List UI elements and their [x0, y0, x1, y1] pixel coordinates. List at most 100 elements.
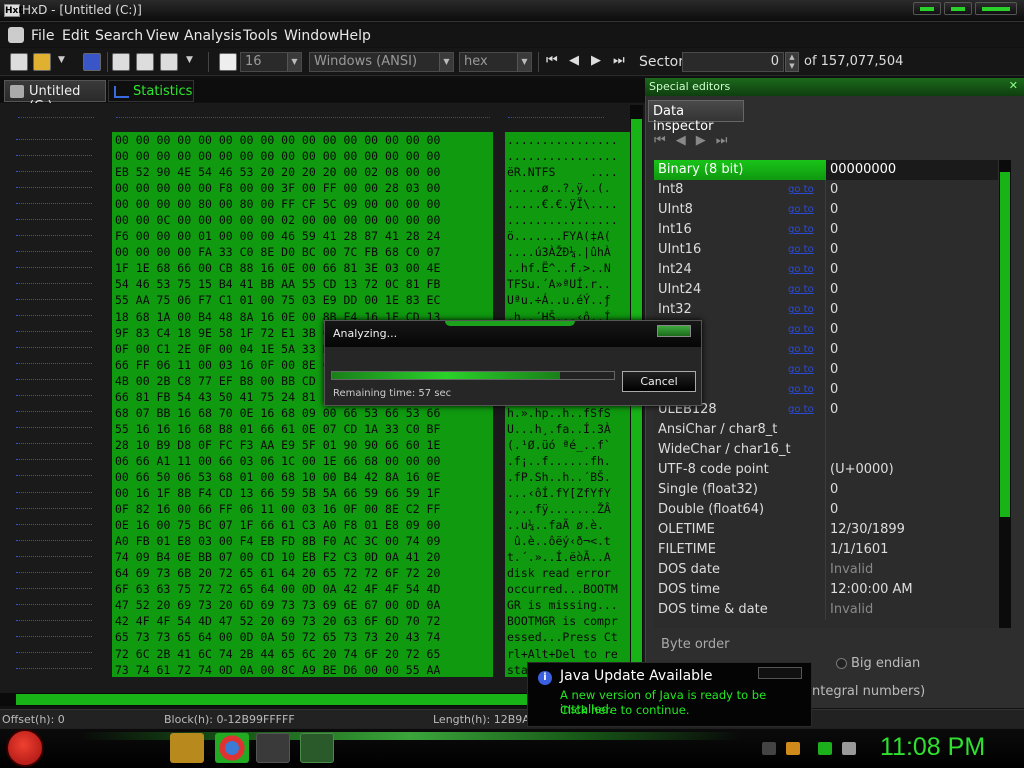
java-continue-link[interactable]: Click here to continue.: [560, 703, 690, 717]
inspector-field-value[interactable]: 0: [830, 322, 838, 337]
inspector-field-value[interactable]: Invalid: [830, 602, 873, 617]
inspector-row[interactable]: AnsiChar / char8_t: [654, 420, 998, 440]
close-button[interactable]: [975, 2, 1017, 15]
ascii-row[interactable]: U...h¸.fa..Í.3À: [507, 421, 630, 437]
notification-close-button[interactable]: [758, 667, 802, 679]
ascii-row[interactable]: Uªu.÷Á..u.éÝ..ƒ: [507, 292, 630, 308]
ascii-row[interactable]: rl+Alt+Del to re: [507, 646, 630, 662]
inspector-field-value[interactable]: 0: [830, 282, 838, 297]
clock[interactable]: 11:08 PM: [880, 733, 985, 762]
inspector-field-value[interactable]: 00000000: [826, 160, 998, 180]
tray-icon[interactable]: [762, 742, 776, 755]
inspector-row[interactable]: DOS date Invalid: [654, 560, 998, 580]
ascii-row[interactable]: (.¹Ø.üó ªé_..f`: [507, 437, 630, 453]
inspector-row[interactable]: Int16 go to 0: [654, 220, 998, 240]
inspector-row[interactable]: Single (float32) 0: [654, 480, 998, 500]
go-to-link[interactable]: go to: [788, 224, 814, 235]
menu-view[interactable]: View: [146, 28, 179, 44]
inspector-row[interactable]: Int24 go to 0: [654, 260, 998, 280]
first-sector-icon[interactable]: ⏮: [546, 53, 558, 68]
minimize-button[interactable]: [913, 2, 941, 15]
inspector-row[interactable]: go to 0: [654, 340, 998, 360]
ascii-row[interactable]: t.´.»..Í.ëòÃ..A: [507, 549, 630, 565]
ascii-row[interactable]: TFSu.´A»ªUÍ.r..: [507, 276, 630, 292]
hex-row[interactable]: F6 00 00 00 01 00 00 00 46 59 41 28 87 4…: [115, 228, 493, 244]
tab-statistics[interactable]: Statistics: [108, 80, 194, 102]
inspector-nav-icons[interactable]: ⏮◀▶⏭: [654, 133, 737, 148]
inspector-row[interactable]: go to 0: [654, 380, 998, 400]
folder-icon[interactable]: [170, 733, 204, 763]
sector-spinner[interactable]: ▲ ▼: [785, 52, 799, 72]
inspector-field-value[interactable]: Invalid: [830, 562, 873, 577]
sector-input[interactable]: 0: [682, 52, 784, 72]
chevron-down-icon[interactable]: ▼: [58, 55, 65, 65]
hex-row[interactable]: 6F 63 63 75 72 72 65 64 00 0D 0A 42 4F 4…: [115, 581, 493, 597]
big-endian-radio[interactable]: Big endian: [836, 656, 920, 671]
inspector-field-value[interactable]: 0: [830, 262, 838, 277]
go-to-link[interactable]: go to: [788, 184, 814, 195]
save-icon[interactable]: [83, 53, 101, 71]
ascii-row[interactable]: .....€.€.ÿÏ\....: [507, 196, 630, 212]
inspector-field-value[interactable]: 12:00:00 AM: [830, 582, 913, 597]
inspector-row[interactable]: UInt8 go to 0: [654, 200, 998, 220]
page-icon[interactable]: [160, 53, 178, 71]
hex-row[interactable]: 00 66 50 06 53 68 01 00 68 10 00 B4 42 8…: [115, 469, 493, 485]
hex-row[interactable]: 65 73 73 65 64 00 0D 0A 50 72 65 73 73 2…: [115, 629, 493, 645]
paste-icon[interactable]: [136, 53, 154, 71]
go-to-link[interactable]: go to: [788, 264, 814, 275]
ascii-row[interactable]: ..u¼..faÃ ø.è.: [507, 517, 630, 533]
hex-row[interactable]: 55 AA 75 06 F7 C1 01 00 75 03 E9 DD 00 1…: [115, 292, 493, 308]
inspector-row[interactable]: UInt16 go to 0: [654, 240, 998, 260]
ascii-row[interactable]: h.».hp..h..fSfS: [507, 405, 630, 421]
ascii-row[interactable]: occurred...BOOTM: [507, 581, 630, 597]
charset-select[interactable]: Windows (ANSI) ▼: [309, 52, 454, 72]
inspector-field-value[interactable]: 0: [830, 402, 838, 417]
hex-row[interactable]: 06 66 A1 11 00 66 03 06 1C 00 1E 66 68 0…: [115, 453, 493, 469]
hex-row[interactable]: 74 09 B4 0E BB 07 00 CD 10 EB F2 C3 0D 0…: [115, 549, 493, 565]
ascii-row[interactable]: û.è..ôëý‹ð¬<.t: [507, 533, 630, 549]
offset-base-select[interactable]: hex ▼: [459, 52, 532, 72]
inspector-row[interactable]: Double (float64) 0: [654, 500, 998, 520]
hex-row[interactable]: 00 00 0C 00 00 00 00 00 02 00 00 00 00 0…: [115, 212, 493, 228]
close-icon[interactable]: ✕: [1009, 79, 1018, 92]
ascii-row[interactable]: ëR.NTFS ....: [507, 164, 630, 180]
inspector-row[interactable]: OLETIME 12/30/1899: [654, 520, 998, 540]
inspector-row[interactable]: WideChar / char16_t: [654, 440, 998, 460]
hex-row[interactable]: 00 00 00 00 00 00 00 00 00 00 00 00 00 0…: [115, 132, 493, 148]
ascii-row[interactable]: ö.......FYA(‡A(: [507, 228, 630, 244]
inspector-field-value[interactable]: 0: [830, 382, 838, 397]
inspector-field-value[interactable]: 0: [830, 302, 838, 317]
ascii-row[interactable]: .fP.Sh..h..´BŠ.: [507, 469, 630, 485]
java-update-notification[interactable]: i Java Update Available A new version of…: [527, 662, 812, 727]
inspector-scrollbar[interactable]: [999, 160, 1011, 628]
ascii-row[interactable]: .‚..fÿ.......ŽÂ: [507, 501, 630, 517]
inspector-row[interactable]: UTF-8 code point (U+0000): [654, 460, 998, 480]
maximize-button[interactable]: [944, 2, 972, 15]
hex-row[interactable]: 68 07 BB 16 68 70 0E 16 68 09 00 66 53 6…: [115, 405, 493, 421]
inspector-row[interactable]: go to 0: [654, 360, 998, 380]
hex-row[interactable]: 1F 1E 68 66 00 CB 88 16 0E 00 66 81 3E 0…: [115, 260, 493, 276]
ascii-row[interactable]: ................: [507, 132, 630, 148]
menu-search[interactable]: Search: [95, 28, 143, 44]
dialog-control-button[interactable]: [657, 325, 691, 337]
previous-sector-icon[interactable]: ◀: [569, 53, 579, 68]
bytes-per-row-select[interactable]: 16 ▼: [240, 52, 302, 72]
go-to-link[interactable]: go to: [788, 304, 814, 315]
cancel-button[interactable]: Cancel: [622, 371, 696, 392]
menu-file[interactable]: File: [31, 28, 54, 44]
go-to-link[interactable]: go to: [788, 244, 814, 255]
hex-row[interactable]: 00 00 00 00 00 00 00 00 00 00 00 00 00 0…: [115, 148, 493, 164]
inspector-field-value[interactable]: 0: [830, 182, 838, 197]
inspector-field-value[interactable]: 0: [830, 222, 838, 237]
hex-row[interactable]: 00 00 00 00 80 00 80 00 FF CF 5C 09 00 0…: [115, 196, 493, 212]
hex-row[interactable]: 28 10 B9 D8 0F FC F3 AA E9 5F 01 90 90 6…: [115, 437, 493, 453]
inspector-row[interactable]: go to 0: [654, 320, 998, 340]
menu-analysis[interactable]: Analysis: [184, 28, 242, 44]
tab-untitled[interactable]: Untitled (C:): [4, 80, 106, 114]
go-to-link[interactable]: go to: [788, 324, 814, 335]
menu-edit[interactable]: Edit: [62, 28, 89, 44]
inspector-field-value[interactable]: 0: [830, 362, 838, 377]
inspector-field-value[interactable]: (U+0000): [830, 462, 894, 477]
start-button[interactable]: [6, 729, 44, 767]
ascii-row[interactable]: ................: [507, 148, 630, 164]
